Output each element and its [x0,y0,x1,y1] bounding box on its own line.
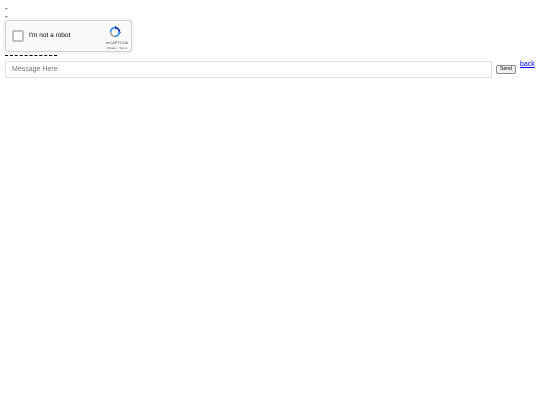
recaptcha-brand: reCAPTCHA [105,40,129,45]
page: - - I'm not a robot reCAPTCHA Privacy - … [0,0,540,405]
recaptcha-label: I'm not a robot [29,32,71,39]
recaptcha-widget: I'm not a robot reCAPTCHA Privacy - Term… [5,20,132,52]
back-link[interactable]: back [520,61,535,68]
dashed-separator [5,55,57,56]
recaptcha-logo-icon [109,25,122,38]
recaptcha-privacy-terms[interactable]: Privacy - Terms [102,46,132,50]
message-input[interactable] [5,61,492,78]
recaptcha-checkbox[interactable] [12,30,24,42]
send-button[interactable]: Send [496,65,516,74]
